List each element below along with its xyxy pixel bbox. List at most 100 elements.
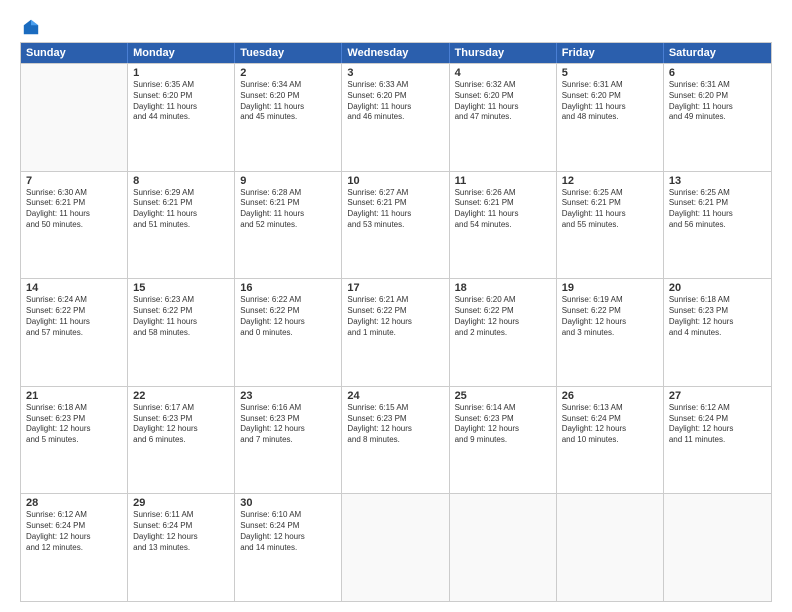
day-number: 25 bbox=[455, 390, 551, 402]
calendar-cell: 10Sunrise: 6:27 AM Sunset: 6:21 PM Dayli… bbox=[342, 172, 449, 279]
day-number: 11 bbox=[455, 175, 551, 187]
day-info: Sunrise: 6:27 AM Sunset: 6:21 PM Dayligh… bbox=[347, 188, 443, 231]
calendar-cell: 17Sunrise: 6:21 AM Sunset: 6:22 PM Dayli… bbox=[342, 279, 449, 386]
calendar-cell: 7Sunrise: 6:30 AM Sunset: 6:21 PM Daylig… bbox=[21, 172, 128, 279]
calendar-cell: 21Sunrise: 6:18 AM Sunset: 6:23 PM Dayli… bbox=[21, 387, 128, 494]
day-info: Sunrise: 6:28 AM Sunset: 6:21 PM Dayligh… bbox=[240, 188, 336, 231]
day-info: Sunrise: 6:20 AM Sunset: 6:22 PM Dayligh… bbox=[455, 295, 551, 338]
calendar-cell: 9Sunrise: 6:28 AM Sunset: 6:21 PM Daylig… bbox=[235, 172, 342, 279]
day-info: Sunrise: 6:17 AM Sunset: 6:23 PM Dayligh… bbox=[133, 403, 229, 446]
day-info: Sunrise: 6:29 AM Sunset: 6:21 PM Dayligh… bbox=[133, 188, 229, 231]
calendar-cell: 28Sunrise: 6:12 AM Sunset: 6:24 PM Dayli… bbox=[21, 494, 128, 601]
calendar-cell: 8Sunrise: 6:29 AM Sunset: 6:21 PM Daylig… bbox=[128, 172, 235, 279]
day-number: 29 bbox=[133, 497, 229, 509]
day-info: Sunrise: 6:15 AM Sunset: 6:23 PM Dayligh… bbox=[347, 403, 443, 446]
header bbox=[20, 18, 772, 34]
day-number: 15 bbox=[133, 282, 229, 294]
day-number: 24 bbox=[347, 390, 443, 402]
calendar-row-5: 28Sunrise: 6:12 AM Sunset: 6:24 PM Dayli… bbox=[21, 493, 771, 601]
day-number: 7 bbox=[26, 175, 122, 187]
calendar-cell: 19Sunrise: 6:19 AM Sunset: 6:22 PM Dayli… bbox=[557, 279, 664, 386]
day-info: Sunrise: 6:19 AM Sunset: 6:22 PM Dayligh… bbox=[562, 295, 658, 338]
calendar-cell: 6Sunrise: 6:31 AM Sunset: 6:20 PM Daylig… bbox=[664, 64, 771, 171]
day-info: Sunrise: 6:31 AM Sunset: 6:20 PM Dayligh… bbox=[562, 80, 658, 123]
day-number: 13 bbox=[669, 175, 766, 187]
day-info: Sunrise: 6:24 AM Sunset: 6:22 PM Dayligh… bbox=[26, 295, 122, 338]
day-number: 17 bbox=[347, 282, 443, 294]
calendar-cell bbox=[664, 494, 771, 601]
day-info: Sunrise: 6:34 AM Sunset: 6:20 PM Dayligh… bbox=[240, 80, 336, 123]
calendar-cell: 14Sunrise: 6:24 AM Sunset: 6:22 PM Dayli… bbox=[21, 279, 128, 386]
calendar-body: 1Sunrise: 6:35 AM Sunset: 6:20 PM Daylig… bbox=[21, 63, 771, 601]
calendar-cell: 22Sunrise: 6:17 AM Sunset: 6:23 PM Dayli… bbox=[128, 387, 235, 494]
calendar-cell: 24Sunrise: 6:15 AM Sunset: 6:23 PM Dayli… bbox=[342, 387, 449, 494]
day-info: Sunrise: 6:31 AM Sunset: 6:20 PM Dayligh… bbox=[669, 80, 766, 123]
calendar-cell: 13Sunrise: 6:25 AM Sunset: 6:21 PM Dayli… bbox=[664, 172, 771, 279]
calendar-cell bbox=[450, 494, 557, 601]
day-number: 12 bbox=[562, 175, 658, 187]
logo bbox=[20, 18, 40, 34]
day-info: Sunrise: 6:25 AM Sunset: 6:21 PM Dayligh… bbox=[669, 188, 766, 231]
day-number: 10 bbox=[347, 175, 443, 187]
day-number: 20 bbox=[669, 282, 766, 294]
day-number: 27 bbox=[669, 390, 766, 402]
day-number: 4 bbox=[455, 67, 551, 79]
day-info: Sunrise: 6:33 AM Sunset: 6:20 PM Dayligh… bbox=[347, 80, 443, 123]
calendar-cell: 12Sunrise: 6:25 AM Sunset: 6:21 PM Dayli… bbox=[557, 172, 664, 279]
calendar-cell: 26Sunrise: 6:13 AM Sunset: 6:24 PM Dayli… bbox=[557, 387, 664, 494]
day-info: Sunrise: 6:18 AM Sunset: 6:23 PM Dayligh… bbox=[26, 403, 122, 446]
page: SundayMondayTuesdayWednesdayThursdayFrid… bbox=[0, 0, 792, 612]
header-day-friday: Friday bbox=[557, 43, 664, 63]
calendar-row-3: 14Sunrise: 6:24 AM Sunset: 6:22 PM Dayli… bbox=[21, 278, 771, 386]
calendar-row-2: 7Sunrise: 6:30 AM Sunset: 6:21 PM Daylig… bbox=[21, 171, 771, 279]
header-day-wednesday: Wednesday bbox=[342, 43, 449, 63]
calendar-cell: 15Sunrise: 6:23 AM Sunset: 6:22 PM Dayli… bbox=[128, 279, 235, 386]
header-day-saturday: Saturday bbox=[664, 43, 771, 63]
day-info: Sunrise: 6:35 AM Sunset: 6:20 PM Dayligh… bbox=[133, 80, 229, 123]
header-day-thursday: Thursday bbox=[450, 43, 557, 63]
day-info: Sunrise: 6:12 AM Sunset: 6:24 PM Dayligh… bbox=[26, 510, 122, 553]
day-info: Sunrise: 6:32 AM Sunset: 6:20 PM Dayligh… bbox=[455, 80, 551, 123]
day-number: 30 bbox=[240, 497, 336, 509]
calendar-cell: 23Sunrise: 6:16 AM Sunset: 6:23 PM Dayli… bbox=[235, 387, 342, 494]
calendar-cell bbox=[342, 494, 449, 601]
day-info: Sunrise: 6:26 AM Sunset: 6:21 PM Dayligh… bbox=[455, 188, 551, 231]
day-info: Sunrise: 6:16 AM Sunset: 6:23 PM Dayligh… bbox=[240, 403, 336, 446]
day-number: 23 bbox=[240, 390, 336, 402]
calendar-cell: 18Sunrise: 6:20 AM Sunset: 6:22 PM Dayli… bbox=[450, 279, 557, 386]
header-day-monday: Monday bbox=[128, 43, 235, 63]
header-day-tuesday: Tuesday bbox=[235, 43, 342, 63]
day-number: 21 bbox=[26, 390, 122, 402]
calendar: SundayMondayTuesdayWednesdayThursdayFrid… bbox=[20, 42, 772, 602]
day-number: 2 bbox=[240, 67, 336, 79]
calendar-cell bbox=[557, 494, 664, 601]
calendar-header: SundayMondayTuesdayWednesdayThursdayFrid… bbox=[21, 43, 771, 63]
day-number: 14 bbox=[26, 282, 122, 294]
day-number: 22 bbox=[133, 390, 229, 402]
day-number: 1 bbox=[133, 67, 229, 79]
day-info: Sunrise: 6:11 AM Sunset: 6:24 PM Dayligh… bbox=[133, 510, 229, 553]
day-number: 3 bbox=[347, 67, 443, 79]
day-info: Sunrise: 6:13 AM Sunset: 6:24 PM Dayligh… bbox=[562, 403, 658, 446]
day-info: Sunrise: 6:23 AM Sunset: 6:22 PM Dayligh… bbox=[133, 295, 229, 338]
day-number: 26 bbox=[562, 390, 658, 402]
calendar-cell: 29Sunrise: 6:11 AM Sunset: 6:24 PM Dayli… bbox=[128, 494, 235, 601]
logo-icon bbox=[22, 18, 40, 36]
calendar-cell: 27Sunrise: 6:12 AM Sunset: 6:24 PM Dayli… bbox=[664, 387, 771, 494]
day-info: Sunrise: 6:12 AM Sunset: 6:24 PM Dayligh… bbox=[669, 403, 766, 446]
header-day-sunday: Sunday bbox=[21, 43, 128, 63]
calendar-row-4: 21Sunrise: 6:18 AM Sunset: 6:23 PM Dayli… bbox=[21, 386, 771, 494]
calendar-cell: 30Sunrise: 6:10 AM Sunset: 6:24 PM Dayli… bbox=[235, 494, 342, 601]
logo-text bbox=[20, 18, 40, 36]
day-number: 19 bbox=[562, 282, 658, 294]
day-number: 16 bbox=[240, 282, 336, 294]
day-number: 9 bbox=[240, 175, 336, 187]
calendar-cell: 2Sunrise: 6:34 AM Sunset: 6:20 PM Daylig… bbox=[235, 64, 342, 171]
calendar-cell: 11Sunrise: 6:26 AM Sunset: 6:21 PM Dayli… bbox=[450, 172, 557, 279]
calendar-cell bbox=[21, 64, 128, 171]
day-info: Sunrise: 6:14 AM Sunset: 6:23 PM Dayligh… bbox=[455, 403, 551, 446]
day-number: 6 bbox=[669, 67, 766, 79]
calendar-cell: 25Sunrise: 6:14 AM Sunset: 6:23 PM Dayli… bbox=[450, 387, 557, 494]
calendar-cell: 3Sunrise: 6:33 AM Sunset: 6:20 PM Daylig… bbox=[342, 64, 449, 171]
calendar-cell: 16Sunrise: 6:22 AM Sunset: 6:22 PM Dayli… bbox=[235, 279, 342, 386]
